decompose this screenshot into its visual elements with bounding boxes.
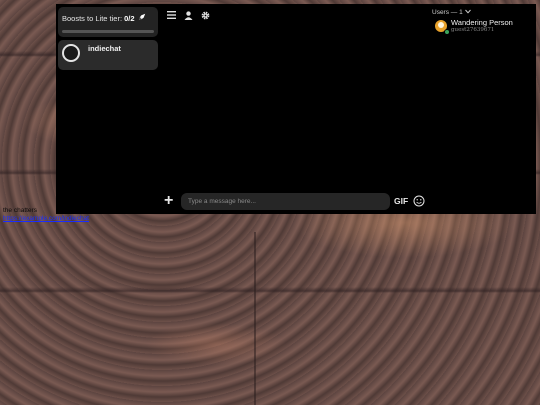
member-list-item[interactable]: Wandering Person guest27639671 <box>434 18 534 40</box>
chevron-down-icon <box>464 9 471 16</box>
users-list-header[interactable]: Users — 1 <box>432 9 471 16</box>
server-avatar <box>62 44 80 62</box>
rocket-icon <box>138 13 146 23</box>
boost-progress-bar <box>62 30 154 33</box>
footer: the chatters https://example.com/indiech… <box>3 207 89 223</box>
users-header-label: Users — 1 <box>432 9 463 16</box>
member-id: guest27639671 <box>451 27 495 33</box>
gif-button[interactable]: GIF <box>394 196 408 206</box>
chat-app-window: Boosts to Lite tier: 0/2 indiechat Users… <box>56 4 536 214</box>
toolbar <box>166 8 210 22</box>
footer-text: the chatters <box>3 207 37 214</box>
add-attachment-icon[interactable]: + <box>164 193 173 209</box>
member-name: Wandering Person <box>451 18 513 27</box>
online-status-icon <box>444 29 450 35</box>
server-item-indiechat[interactable]: indiechat <box>58 40 158 70</box>
gear-icon[interactable] <box>200 10 210 20</box>
sidebar: Boosts to Lite tier: 0/2 indiechat <box>56 4 160 214</box>
footer-link[interactable]: https://example.com/indiechat <box>3 215 89 222</box>
server-name: indiechat <box>88 44 121 53</box>
message-composer: + GIF <box>162 192 536 212</box>
boost-label: Boosts to Lite tier: <box>62 14 123 23</box>
menu-icon[interactable] <box>166 10 176 20</box>
boost-panel[interactable]: Boosts to Lite tier: 0/2 <box>58 7 158 37</box>
background-seam <box>254 232 256 405</box>
boost-count: 0/2 <box>124 14 135 23</box>
emoji-icon[interactable] <box>413 194 425 207</box>
user-icon[interactable] <box>183 10 193 20</box>
message-input[interactable] <box>181 193 390 210</box>
